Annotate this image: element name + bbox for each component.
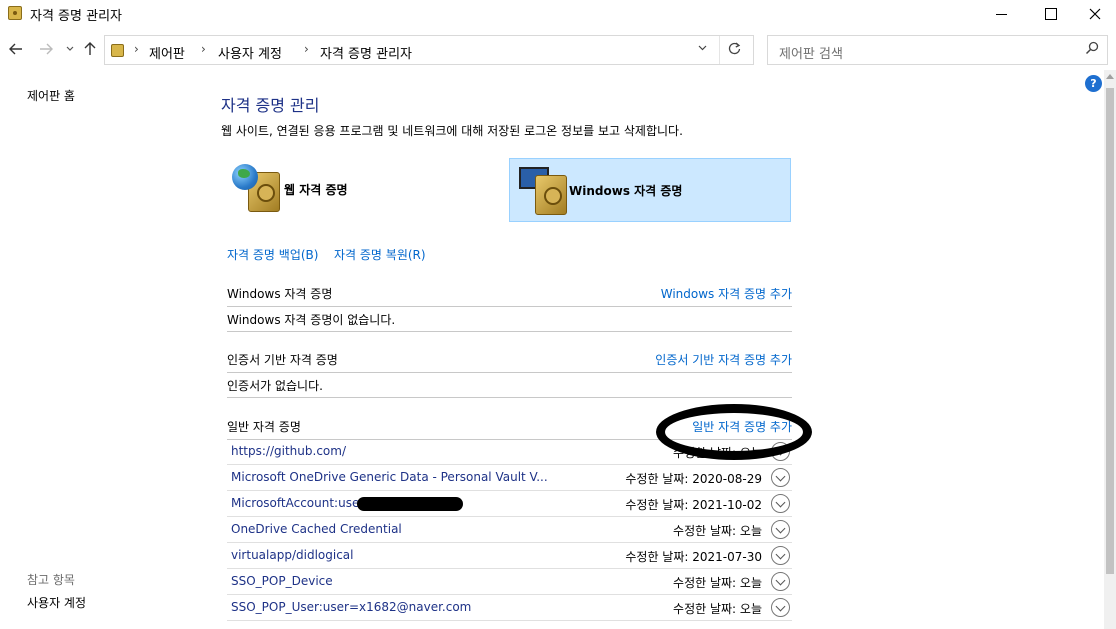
breadcrumb-user-accounts[interactable]: 사용자 계정 [218,43,282,62]
globe-icon [232,164,258,190]
credential-modified-date: 수정한 날짜: 2021-07-30 [625,550,762,564]
web-credentials-label: 웹 자격 증명 [284,183,348,197]
vertical-scrollbar[interactable] [1104,70,1116,629]
arrow-up-icon [84,42,96,55]
section-divider [227,306,792,307]
see-also-heading: 참고 항목 [27,573,75,587]
breadcrumb-separator: › [304,42,309,56]
section-title: 일반 자격 증명 [227,420,301,434]
annotation-circle [656,404,812,460]
windows-credentials-tile[interactable]: Windows 자격 증명 [509,158,791,222]
scroll-up-arrow-icon[interactable] [1106,74,1114,79]
add-windows-credential-link[interactable]: Windows 자격 증명 추가 [661,285,792,302]
add-certificate-credential-link[interactable]: 인증서 기반 자격 증명 추가 [655,351,792,368]
control-panel-icon [111,44,124,57]
search-icon [1085,41,1099,55]
window-title: 자격 증명 관리자 [30,9,122,24]
section-divider [227,397,792,398]
user-accounts-link[interactable]: 사용자 계정 [27,594,86,611]
back-button[interactable] [6,38,26,60]
section-divider [227,331,792,332]
credential-name: OneDrive Cached Credential [231,522,402,536]
control-panel-home-link[interactable]: 제어판 홈 [27,87,75,104]
search-input[interactable]: 제어판 검색 [779,43,843,62]
address-divider [719,36,720,64]
windows-credentials-section-header: Windows 자격 증명 Windows 자격 증명 추가 [227,285,792,307]
credential-modified-date: 수정한 날짜: 2020-08-29 [625,472,762,486]
credential-name: MicrosoftAccount:user= [231,496,375,510]
help-icon[interactable]: ? [1085,75,1102,92]
section-empty-text: Windows 자격 증명이 없습니다. [227,313,396,327]
credential-row[interactable]: OneDrive Cached Credential 수정한 날짜: 오늘 [227,517,792,543]
credential-name: Microsoft OneDrive Generic Data - Person… [231,470,548,484]
maximize-button[interactable] [1028,0,1074,28]
expand-chevron-icon[interactable] [771,598,790,617]
address-bar[interactable]: › 제어판 › 사용자 계정 › 자격 증명 관리자 [104,35,754,65]
breadcrumb-control-panel[interactable]: 제어판 [149,43,185,62]
minimize-button[interactable] [978,0,1024,28]
refresh-icon [728,42,741,55]
address-dropdown-icon[interactable] [698,43,707,54]
breadcrumb-separator: › [201,42,206,56]
section-title: 인증서 기반 자격 증명 [227,353,338,367]
vault-icon [535,175,567,215]
expand-chevron-icon[interactable] [771,520,790,539]
section-divider [227,372,792,373]
expand-chevron-icon[interactable] [771,468,790,487]
close-icon [1089,8,1101,20]
up-button[interactable] [80,38,100,60]
credential-modified-date: 수정한 날짜: 오늘 [673,524,762,538]
windows-credentials-label: Windows 자격 증명 [569,184,683,198]
credential-row[interactable]: Microsoft OneDrive Generic Data - Person… [227,465,792,491]
web-credentials-tile[interactable]: 웹 자격 증명 [228,158,504,222]
credential-modified-date: 수정한 날짜: 2021-10-02 [625,498,762,512]
certificate-credentials-section-header: 인증서 기반 자격 증명 인증서 기반 자격 증명 추가 [227,351,792,373]
credential-row[interactable]: virtualapp/didlogical 수정한 날짜: 2021-07-30 [227,543,792,569]
title-bar: 자격 증명 관리자 [0,0,1116,28]
credential-name: SSO_POP_User:user=x1682@naver.com [231,600,472,614]
credential-modified-date: 수정한 날짜: 오늘 [673,576,762,590]
credential-modified-date: 수정한 날짜: 오늘 [673,602,762,616]
page-description: 웹 사이트, 연결된 응용 프로그램 및 네트워크에 대해 저장된 로그온 정보… [221,124,683,138]
credential-row[interactable]: MicrosoftAccount:user= 수정한 날짜: 2021-10-0… [227,491,792,517]
credential-row[interactable]: SSO_POP_User:user=x1682@naver.com 수정한 날짜… [227,595,792,621]
page-title: 자격 증명 관리 [221,96,320,115]
credential-name: https://github.com/ [231,444,346,458]
arrow-left-icon [9,43,22,55]
refresh-button[interactable] [728,41,741,59]
redaction-mark [357,497,463,511]
breadcrumb-separator: › [134,42,139,56]
section-empty-text: 인증서가 없습니다. [227,379,323,393]
navigation-bar: › 제어판 › 사용자 계정 › 자격 증명 관리자 제어판 검색 [0,32,1116,68]
breadcrumb-credential-manager[interactable]: 자격 증명 관리자 [320,43,412,62]
recent-locations-button[interactable] [60,38,80,60]
scrollbar-thumb[interactable] [1106,88,1114,574]
search-box[interactable]: 제어판 검색 [767,35,1108,65]
arrow-right-icon [40,43,53,55]
close-button[interactable] [1072,0,1116,28]
backup-credentials-link[interactable]: 자격 증명 백업(B) [227,246,318,263]
chevron-down-icon [66,46,74,51]
restore-credentials-link[interactable]: 자격 증명 복원(R) [334,246,426,263]
section-title: Windows 자격 증명 [227,287,333,301]
expand-chevron-icon[interactable] [771,494,790,513]
expand-chevron-icon[interactable] [771,546,790,565]
credential-manager-icon [8,6,22,20]
credential-row[interactable]: SSO_POP_Device 수정한 날짜: 오늘 [227,569,792,595]
forward-button[interactable] [36,38,56,60]
credential-name: virtualapp/didlogical [231,548,354,562]
expand-chevron-icon[interactable] [771,572,790,591]
credential-name: SSO_POP_Device [231,574,333,588]
